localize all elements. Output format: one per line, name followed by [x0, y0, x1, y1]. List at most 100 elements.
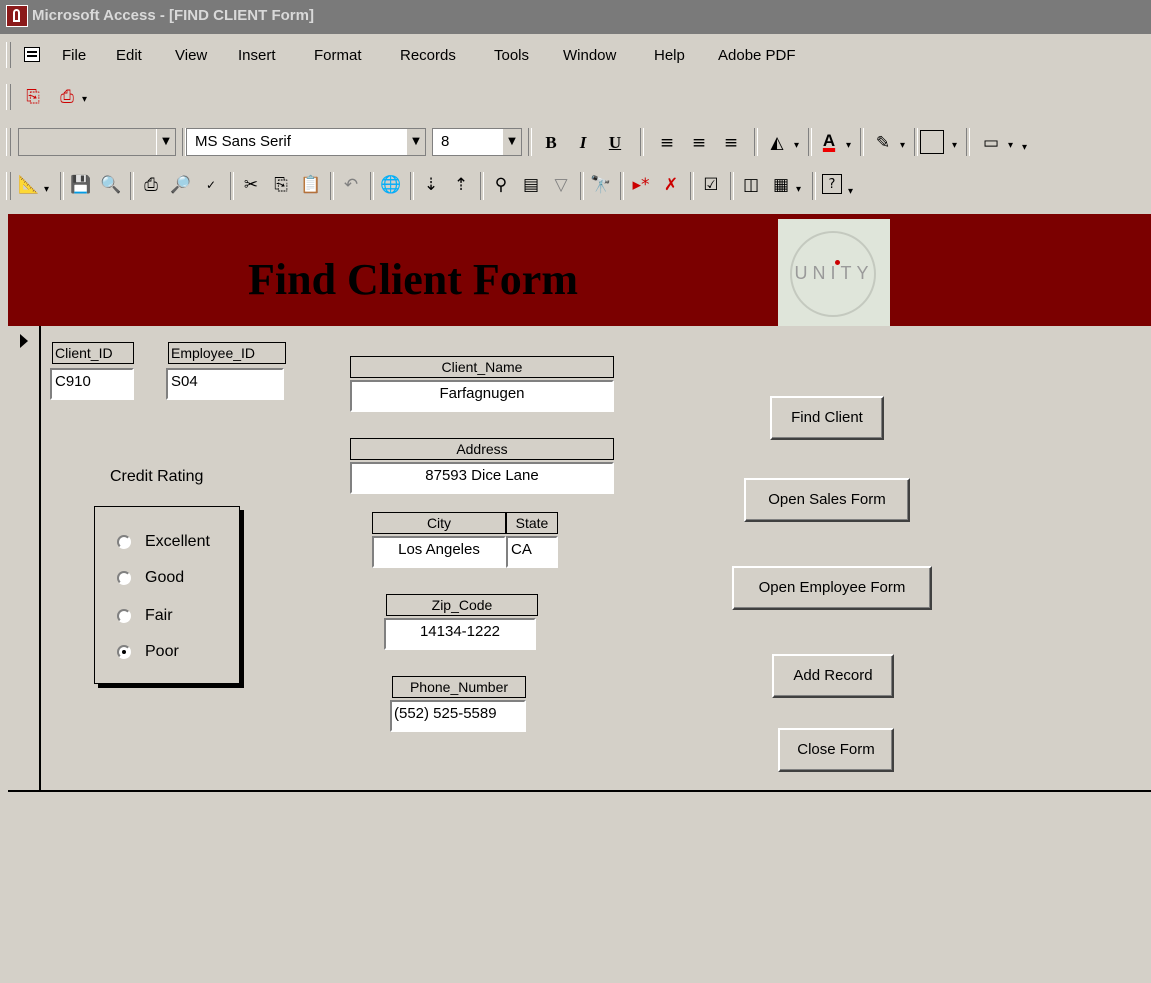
chevron-down-icon[interactable]: ▾: [846, 140, 851, 151]
new-object-icon[interactable]: ▦: [770, 174, 792, 196]
convert-to-pdf-icon[interactable]: ⎘: [22, 86, 44, 108]
apply-filter-icon[interactable]: ▽: [550, 174, 572, 196]
menu-records[interactable]: Records: [400, 47, 456, 64]
menu-format[interactable]: Format: [314, 47, 362, 64]
chevron-down-icon[interactable]: ▼: [156, 129, 175, 155]
menu-help[interactable]: Help: [654, 47, 685, 64]
menu-insert[interactable]: Insert: [238, 47, 276, 64]
search-web-icon[interactable]: 🔍: [100, 174, 122, 196]
font-color-icon[interactable]: A: [818, 130, 840, 152]
menu-file[interactable]: File: [62, 47, 86, 64]
formatting-toolbar: ▼ MS Sans Serif ▼ 8 ▼ B I U ≡ ≡ ≡ ◭ ▾ A ▾ …: [0, 122, 1151, 162]
sort-ascending-icon[interactable]: ⇣: [420, 174, 442, 196]
radio-poor[interactable]: [117, 645, 131, 659]
zip-code-field[interactable]: 14134-1222: [384, 618, 536, 650]
special-effect-icon[interactable]: ▭: [980, 132, 1002, 154]
cut-icon[interactable]: ✂: [240, 174, 262, 196]
database-window-icon[interactable]: ◫: [740, 174, 762, 196]
font-size-select[interactable]: 8 ▼: [432, 128, 522, 156]
form-menu-icon[interactable]: [24, 47, 40, 62]
filter-by-selection-icon[interactable]: ⚲: [490, 174, 512, 196]
separator: [730, 172, 734, 200]
client-id-field[interactable]: C910: [50, 368, 134, 400]
border-style-icon[interactable]: [920, 130, 944, 154]
bold-button[interactable]: B: [540, 132, 562, 154]
radio-fair-label: Fair: [145, 607, 173, 624]
chevron-down-icon[interactable]: ▾: [900, 140, 905, 151]
copy-icon[interactable]: ⎘: [270, 174, 292, 196]
menu-view[interactable]: View: [175, 47, 207, 64]
fill-color-icon[interactable]: ◭: [766, 132, 788, 154]
form-background: [8, 792, 1151, 983]
align-center-icon[interactable]: ≡: [688, 132, 710, 154]
separator: [580, 172, 584, 200]
address-field[interactable]: 87593 Dice Lane: [350, 462, 614, 494]
menu-window[interactable]: Window: [563, 47, 616, 64]
find-icon[interactable]: 🔭: [590, 174, 612, 196]
open-employee-form-button[interactable]: Open Employee Form: [732, 566, 932, 610]
access-app-icon[interactable]: [6, 5, 28, 27]
convert-and-email-pdf-icon[interactable]: ⎙: [56, 86, 78, 108]
sort-descending-icon[interactable]: ⇡: [450, 174, 472, 196]
logo-text: UNITY: [794, 263, 874, 283]
help-icon[interactable]: ?: [822, 174, 842, 194]
close-form-button[interactable]: Close Form: [778, 728, 894, 772]
toolbar-grip[interactable]: [6, 172, 11, 200]
delete-record-icon[interactable]: ✗: [660, 174, 682, 196]
align-right-icon[interactable]: ≡: [720, 132, 742, 154]
toolbar-grip[interactable]: [6, 84, 11, 110]
toolbar-options-icon[interactable]: ▾: [82, 94, 87, 105]
client-name-field[interactable]: Farfagnugen: [350, 380, 614, 412]
design-view-icon[interactable]: 📐: [18, 174, 40, 196]
spelling-icon[interactable]: ✓: [200, 174, 222, 196]
radio-fair[interactable]: [117, 609, 131, 623]
line-color-icon[interactable]: ✎: [872, 132, 894, 154]
phone-number-field[interactable]: (552) 525-5589: [390, 700, 526, 732]
undo-icon[interactable]: ↶: [340, 174, 362, 196]
separator: [230, 172, 234, 200]
credit-rating-group: Excellent Good Fair Poor: [94, 506, 240, 684]
add-record-button[interactable]: Add Record: [772, 654, 894, 698]
find-client-button[interactable]: Find Client: [770, 396, 884, 440]
client-name-label: Client_Name: [350, 356, 614, 378]
toolbar-options-icon[interactable]: ▾: [1022, 142, 1027, 153]
toolbar-options-icon[interactable]: ▾: [848, 186, 853, 197]
chevron-down-icon[interactable]: ▾: [794, 140, 799, 151]
city-field[interactable]: Los Angeles: [372, 536, 506, 568]
chevron-down-icon[interactable]: ▾: [952, 140, 957, 151]
chevron-down-icon[interactable]: ▾: [44, 184, 49, 195]
chevron-down-icon[interactable]: ▼: [502, 129, 521, 155]
menu-adobe-pdf[interactable]: Adobe PDF: [718, 47, 796, 64]
menu-tools[interactable]: Tools: [494, 47, 529, 64]
chevron-down-icon[interactable]: ▼: [406, 129, 425, 155]
chevron-down-icon[interactable]: ▾: [1008, 140, 1013, 151]
menu-edit[interactable]: Edit: [116, 47, 142, 64]
credit-rating-label: Credit Rating: [110, 468, 204, 485]
align-left-icon[interactable]: ≡: [656, 132, 678, 154]
italic-button[interactable]: I: [572, 132, 594, 154]
new-record-icon[interactable]: ▸*: [630, 174, 652, 196]
hyperlink-icon[interactable]: 🌐: [380, 174, 402, 196]
filter-by-form-icon[interactable]: ▤: [520, 174, 542, 196]
radio-good[interactable]: [117, 571, 131, 585]
pdf-toolbar: ⎘ ⎙ ▾: [0, 78, 1151, 116]
print-icon[interactable]: ⎙: [140, 174, 162, 196]
print-preview-icon[interactable]: 🔎: [170, 174, 192, 196]
record-selector[interactable]: [8, 326, 41, 790]
object-select[interactable]: ▼: [18, 128, 176, 156]
radio-excellent-label: Excellent: [145, 533, 210, 550]
chevron-down-icon[interactable]: ▾: [796, 184, 801, 195]
radio-excellent[interactable]: [117, 535, 131, 549]
font-name-select[interactable]: MS Sans Serif ▼: [186, 128, 426, 156]
properties-icon[interactable]: ☑: [700, 174, 722, 196]
open-sales-form-button[interactable]: Open Sales Form: [744, 478, 910, 522]
paste-icon[interactable]: 📋: [300, 174, 322, 196]
separator: [410, 172, 414, 200]
employee-id-field[interactable]: S04: [166, 368, 284, 400]
state-field[interactable]: CA: [506, 536, 558, 568]
separator: [60, 172, 64, 200]
toolbar-grip[interactable]: [6, 128, 11, 156]
save-icon[interactable]: 💾: [70, 174, 92, 196]
underline-button[interactable]: U: [604, 132, 626, 154]
menubar-grip[interactable]: [6, 42, 11, 68]
